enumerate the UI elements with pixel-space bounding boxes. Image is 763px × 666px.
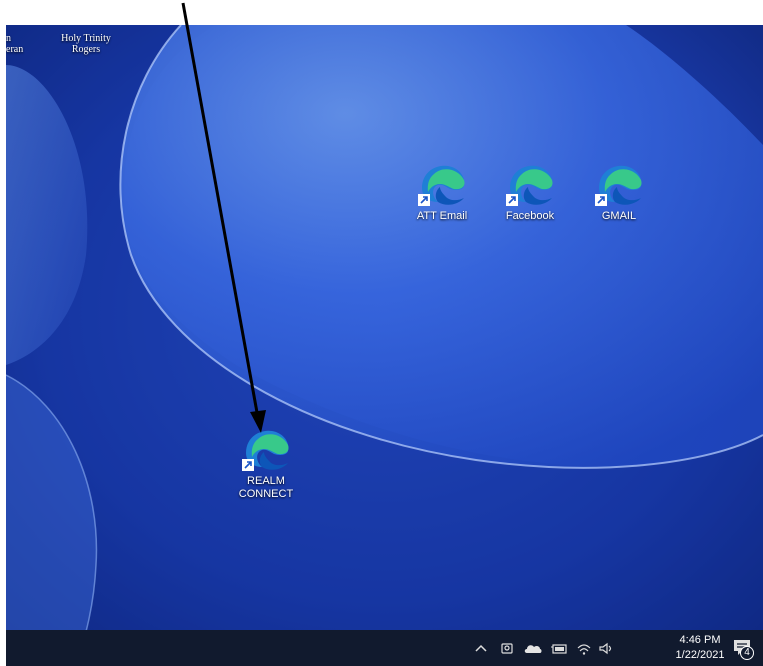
shortcut-gmail[interactable]: GMAIL: [579, 162, 659, 223]
onedrive-icon[interactable]: [522, 630, 544, 666]
shortcut-label: Facebook: [505, 210, 555, 222]
meet-now-icon[interactable]: [498, 630, 516, 666]
shortcut-label: ATT Email: [416, 210, 468, 222]
notification-count-badge: 4: [740, 646, 754, 660]
battery-icon[interactable]: [549, 630, 569, 666]
clock-date: 1/22/2021: [675, 649, 725, 661]
shortcut-realm-connect[interactable]: REALM CONNECT: [229, 427, 303, 501]
icon-label-line: Rogers: [71, 44, 101, 55]
desktop-icon-label-holy-trinity[interactable]: Holy Trinity Rogers: [46, 33, 126, 55]
shortcut-label: GMAIL: [601, 210, 637, 222]
icon-label-line: n: [6, 33, 11, 44]
shortcut-label: REALM CONNECT: [238, 475, 294, 500]
volume-icon[interactable]: [596, 630, 616, 666]
clock-time: 4:46 PM: [679, 634, 721, 646]
notification-center-icon[interactable]: 4: [728, 630, 758, 666]
edge-icon: [595, 165, 642, 206]
shortcut-att-email[interactable]: ATT Email: [402, 162, 482, 223]
icon-label-line: eran: [6, 44, 24, 55]
taskbar-clock[interactable]: 4:46 PM 1/22/2021: [670, 633, 730, 663]
desktop-icon-label-cropped[interactable]: n eran: [6, 33, 26, 55]
edge-icon: [242, 430, 289, 471]
chevron-up-icon[interactable]: [472, 630, 490, 666]
edge-icon: [418, 165, 465, 206]
edge-icon: [506, 165, 553, 206]
desktop-wallpaper: [6, 25, 763, 666]
wifi-icon[interactable]: [574, 630, 594, 666]
desktop-screen: n eran Holy Trinity Rogers ATT Email Fac…: [6, 25, 763, 666]
icon-label-line: Holy Trinity: [61, 33, 111, 44]
shortcut-facebook[interactable]: Facebook: [490, 162, 570, 223]
taskbar: 4:46 PM 1/22/2021 4: [6, 630, 763, 666]
